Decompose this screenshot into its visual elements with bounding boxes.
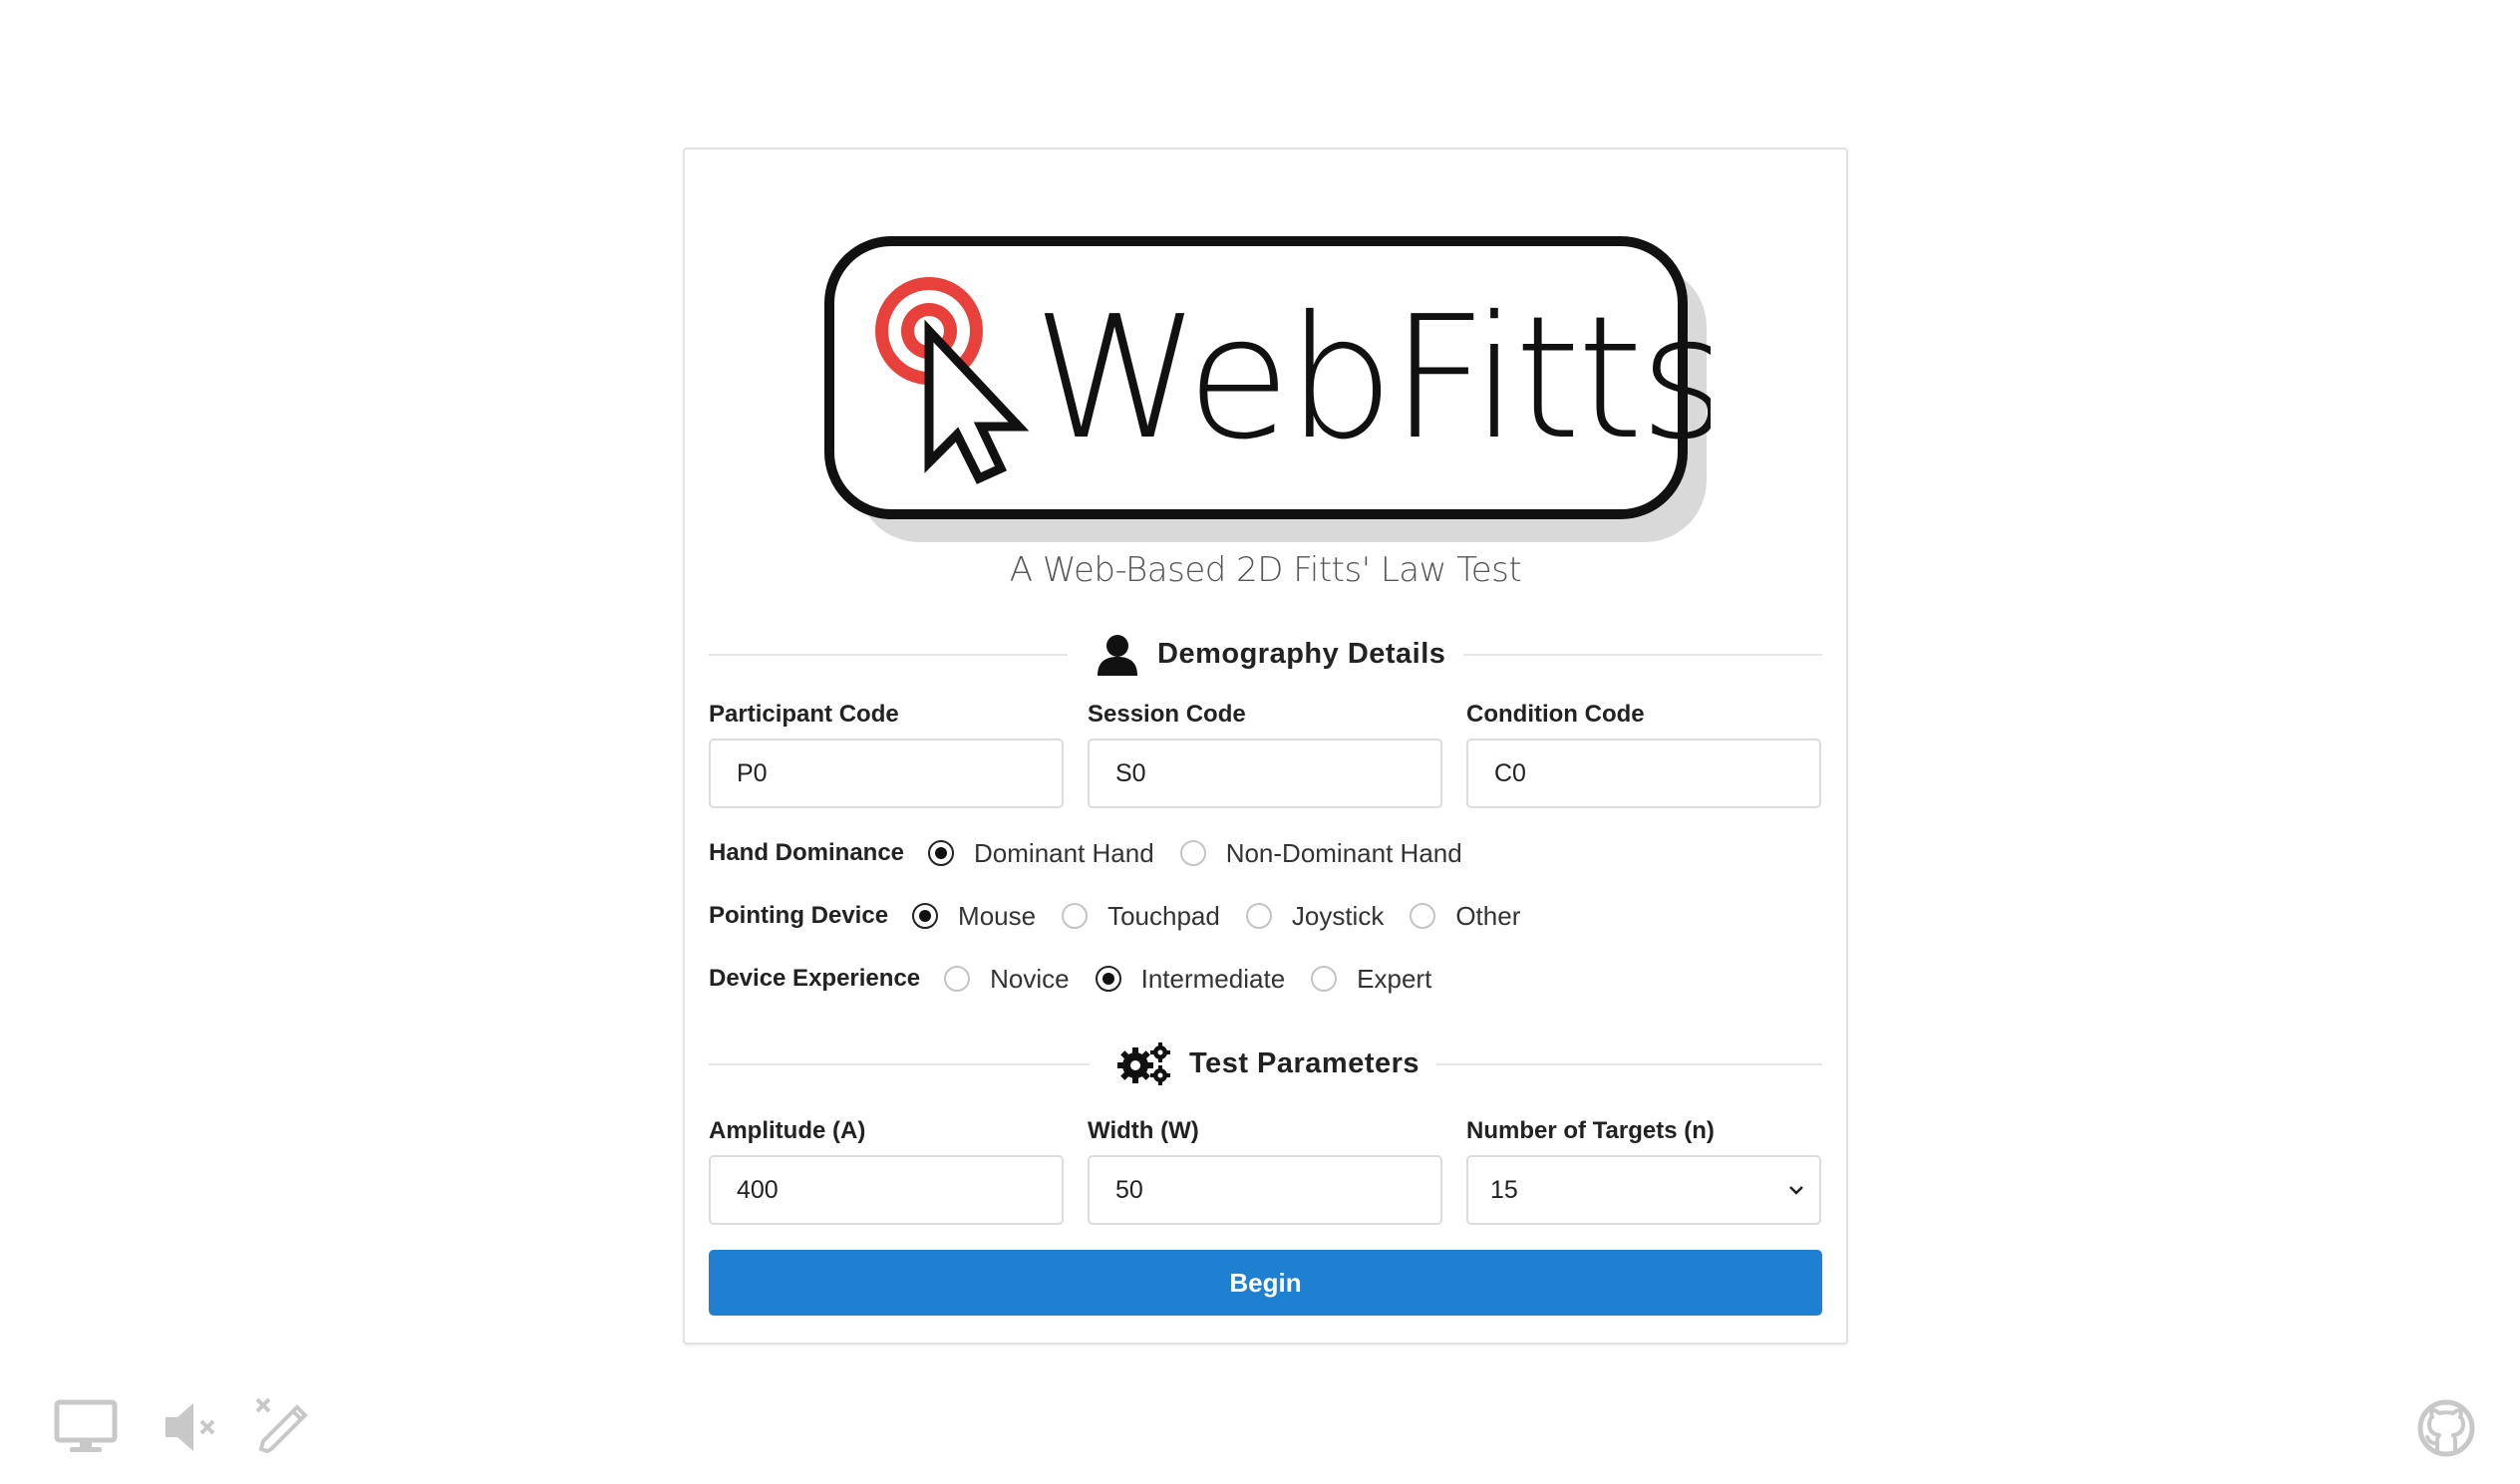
width-input[interactable] [1088,1155,1442,1225]
pointing-device-label: Pointing Device [709,902,889,929]
width-label: Width (W) [1088,1117,1199,1144]
demography-header: Demography Details [709,624,1822,684]
session-code-input[interactable] [1088,739,1442,808]
speaker-muted-icon[interactable] [161,1399,221,1455]
radio-novice[interactable] [944,966,971,992]
hand-dominance-label: Hand Dominance [709,839,905,866]
gears-icon [1117,1042,1170,1085]
hand-option-dominant[interactable]: Dominant Hand [928,838,1154,869]
amplitude-label: Amplitude (A) [709,1117,866,1144]
radio-expert[interactable] [1311,966,1338,992]
test-parameters-title: Test Parameters [1189,1046,1420,1079]
experience-option-intermediate[interactable]: Intermediate [1095,964,1285,995]
github-icon[interactable] [2417,1399,2475,1457]
device-option-touchpad[interactable]: Touchpad [1062,901,1220,932]
participant-code-label: Participant Code [709,701,899,728]
hand-dominance-group: Hand Dominance Dominant Hand Non-Dominan… [709,833,1488,873]
amplitude-input[interactable] [709,1155,1064,1225]
begin-button[interactable]: Begin [709,1250,1822,1316]
radio-joystick[interactable] [1245,903,1272,929]
session-code-label: Session Code [1088,701,1246,728]
hand-option-non-dominant[interactable]: Non-Dominant Hand [1179,838,1462,869]
radio-other[interactable] [1410,903,1436,929]
pencil-disabled-icon[interactable] [253,1395,315,1457]
demography-title: Demography Details [1157,637,1446,670]
chevron-down-icon [1789,1186,1803,1195]
monitor-icon[interactable] [54,1399,118,1455]
webfitts-logo: WebFitts [824,236,1711,542]
radio-touchpad[interactable] [1062,903,1089,929]
participant-code-input[interactable] [709,739,1064,808]
device-option-other[interactable]: Other [1410,901,1520,932]
targets-select-value: 15 [1490,1175,1518,1204]
subtitle: A Web-Based 2D Fitts' Law Test [1009,550,1522,590]
radio-dominant-hand[interactable] [928,840,955,866]
experience-option-novice[interactable]: Novice [944,964,1070,995]
test-parameters-header: Test Parameters [709,1034,1822,1093]
targets-label: Number of Targets (n) [1466,1117,1715,1144]
experience-option-expert[interactable]: Expert [1311,964,1431,995]
radio-mouse[interactable] [912,903,939,929]
user-icon [1098,635,1137,676]
device-option-joystick[interactable]: Joystick [1245,901,1384,932]
device-experience-group: Device Experience Novice Intermediate Ex… [709,959,1457,999]
logo-text: WebFitts [1033,280,1711,477]
condition-code-label: Condition Code [1466,701,1645,728]
targets-select[interactable]: 15 [1466,1155,1821,1225]
device-option-mouse[interactable]: Mouse [912,901,1036,932]
device-experience-label: Device Experience [709,965,921,992]
pointing-device-group: Pointing Device Mouse Touchpad Joystick … [709,896,1546,936]
radio-intermediate[interactable] [1095,966,1121,992]
radio-non-dominant-hand[interactable] [1179,840,1206,866]
condition-code-input[interactable] [1466,739,1821,808]
